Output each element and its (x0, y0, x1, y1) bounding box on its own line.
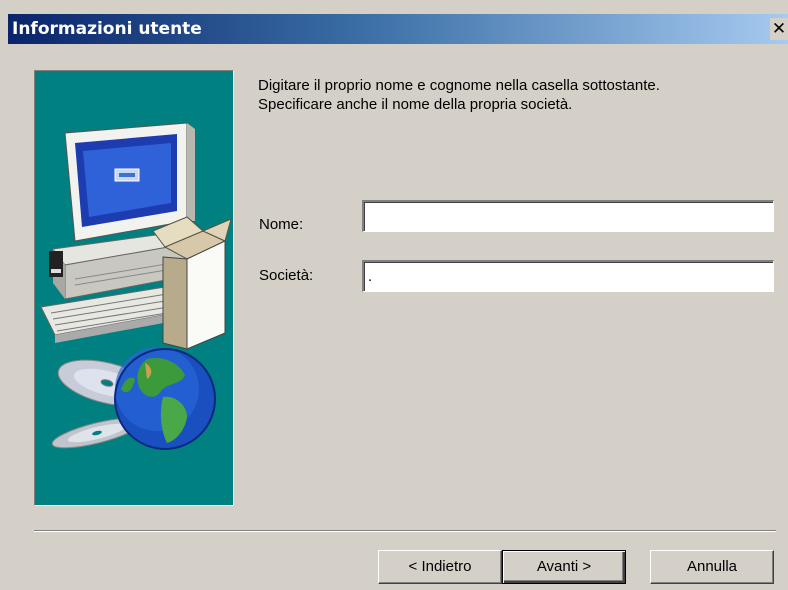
title-bar[interactable]: Informazioni utente ✕ (8, 14, 788, 44)
close-button[interactable]: ✕ (770, 18, 788, 40)
back-button[interactable]: < Indietro (378, 550, 502, 584)
name-input[interactable] (362, 200, 774, 232)
company-label: Società: (259, 267, 314, 284)
setup-illustration (34, 70, 234, 506)
close-icon: ✕ (771, 19, 787, 39)
globe-icon (114, 347, 216, 450)
instructions-line-1: Digitare il proprio nome e cognome nella… (258, 77, 660, 94)
separator-line (34, 530, 776, 532)
name-label: Nome: (259, 216, 304, 233)
instructions-line-2: Specificare anche il nome della propria … (258, 96, 573, 113)
company-input[interactable] (362, 260, 774, 292)
next-button[interactable]: Avanti > (502, 550, 626, 584)
window-title: Informazioni utente (12, 19, 202, 39)
box-icon (152, 216, 232, 350)
cancel-button[interactable]: Annulla (650, 550, 774, 584)
instructions-text: Digitare il proprio nome e cognome nella… (258, 76, 778, 114)
